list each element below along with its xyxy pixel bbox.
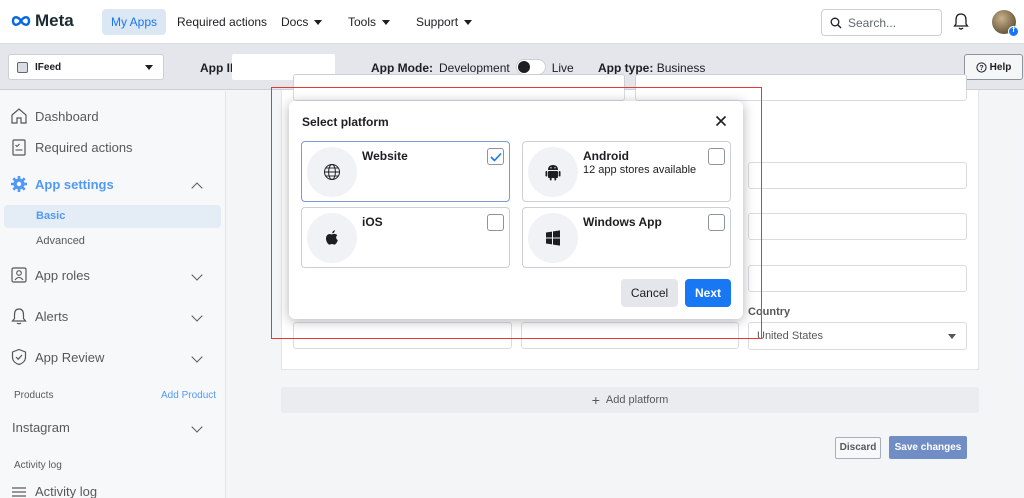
avatar[interactable]: f [992,10,1019,37]
nav-my-apps-label: My Apps [111,15,158,29]
cancel-button[interactable]: Cancel [621,279,678,307]
top-navigation: Meta My Apps Required actions Docs Tools… [0,0,1024,44]
platform-option-windows-app[interactable]: Windows App [522,207,731,268]
platform-subtitle: 12 app stores available [583,164,697,176]
nav-docs-label: Docs [281,15,309,29]
app-type-label: App type: [598,61,654,75]
nav-required-actions-label: Required actions [177,15,268,29]
app-icon [17,61,28,73]
nav-tools-label: Tools [348,15,377,29]
platform-icon-circle [307,147,357,197]
platform-checkbox-android[interactable] [708,148,725,165]
chevron-down-icon [382,19,391,25]
checkmark-icon [490,152,502,162]
platform-icon-circle [307,213,357,263]
close-icon[interactable] [715,115,727,127]
help-button[interactable]: ? Help [964,54,1023,80]
platform-checkbox-windows-app[interactable] [708,214,725,231]
nav-tools[interactable]: Tools [339,9,399,35]
app-type-value: Business [656,61,706,75]
nav-my-apps[interactable]: My Apps [102,9,167,35]
app-mode-value: Development [439,61,510,75]
platform-option-website[interactable]: Website [301,141,510,202]
help-label: Help [989,61,1012,73]
help-icon: ? [976,61,987,73]
app-mode-toggle[interactable] [515,59,546,75]
search-box[interactable] [821,9,942,36]
app-selector[interactable]: IFeed [8,54,164,80]
platform-name: Android [583,149,629,163]
nav-docs[interactable]: Docs [272,9,331,35]
chevron-down-icon [145,65,153,70]
app-mode-label: App Mode: [371,61,433,75]
app-type: App type: Business [598,61,705,75]
platform-name: Website [362,149,408,163]
platform-option-android[interactable]: Android 12 app stores available [522,141,731,202]
globe-icon [324,164,340,180]
android-icon [545,165,561,181]
meta-logo-text: Meta [35,11,74,30]
facebook-badge-icon: f [1008,26,1019,37]
windows-icon [546,230,560,246]
next-button[interactable]: Next [685,279,731,307]
platform-icon-circle [528,213,578,263]
platform-checkbox-ios[interactable] [487,214,504,231]
platform-icon-circle [528,147,578,197]
app-mode: App Mode: Development Live [371,59,574,75]
search-icon [830,17,842,28]
select-platform-dialog: Select platform Website Android 12 app s… [289,101,743,319]
app-name: IFeed [35,61,62,73]
platform-option-ios[interactable]: iOS [301,207,510,268]
meta-infinity-icon [11,16,31,26]
dialog-title: Select platform [302,115,389,129]
toggle-knob [517,61,530,73]
bell-icon[interactable] [952,12,970,31]
platform-checkbox-website[interactable] [487,148,504,165]
search-input[interactable] [848,15,928,30]
chevron-down-icon [464,19,473,25]
svg-text:?: ? [979,65,983,72]
chevron-down-icon [314,19,323,25]
platform-name: iOS [362,215,383,229]
platform-name: Windows App [583,215,662,229]
apple-icon [326,229,338,245]
live-label: Live [551,61,574,75]
meta-logo[interactable]: Meta [10,11,74,31]
nav-support-label: Support [416,15,459,29]
nav-required-actions[interactable]: Required actions [168,9,276,35]
nav-support[interactable]: Support [407,9,481,35]
